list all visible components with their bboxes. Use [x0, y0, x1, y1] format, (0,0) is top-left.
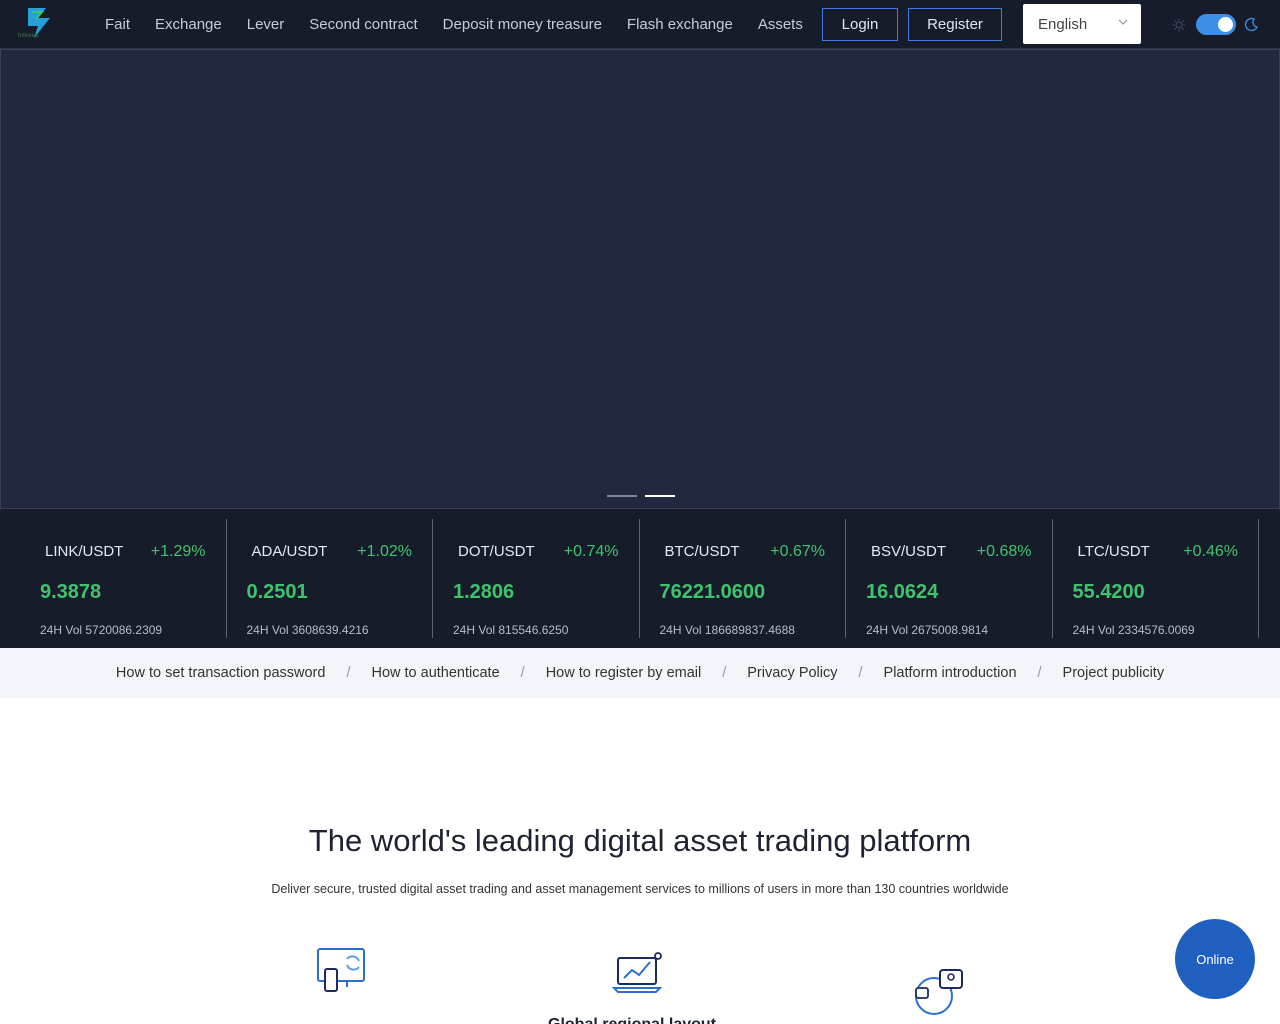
ticker-price: 16.0624: [866, 581, 939, 603]
ticker-volume: 24H Vol 2675008.9814: [866, 623, 989, 637]
logo-text: bitkeep: [18, 33, 39, 39]
link-register-by-email[interactable]: How to register by email: [546, 665, 702, 681]
link-transaction-password[interactable]: How to set transaction password: [116, 665, 326, 681]
carousel-dot-2[interactable]: [645, 495, 675, 497]
nav-item-lever[interactable]: Lever: [247, 16, 285, 33]
global-users-icon: [915, 969, 963, 1015]
ticker-volume: 24H Vol 3608639.4216: [246, 623, 369, 637]
online-chat-button[interactable]: Online: [1175, 919, 1255, 999]
ticker-pair: DOT/USDT: [458, 543, 535, 560]
ticker-pair: BTC/USDT: [664, 543, 740, 560]
feature-title: Global regional layout: [548, 1016, 716, 1024]
ticker-change: +0.46%: [1183, 543, 1238, 560]
link-separator: /: [722, 665, 727, 681]
language-select-value: English: [1038, 15, 1088, 33]
device-sync-icon: [317, 948, 365, 992]
sun-icon[interactable]: [1172, 18, 1186, 32]
moon-icon[interactable]: [1244, 17, 1259, 32]
ticker-price: 55.4200: [1072, 581, 1145, 603]
ticker-card[interactable]: ADA/USDT +1.02% 0.2501 24H Vol 3608639.4…: [227, 519, 433, 638]
link-project-publicity[interactable]: Project publicity: [1063, 665, 1165, 681]
ticker-volume: 24H Vol 815546.6250: [453, 623, 569, 637]
market-ticker: LINK/USDT +1.29% 9.3878 24H Vol 5720086.…: [0, 509, 1280, 648]
ticker-price: 9.3878: [40, 581, 102, 603]
theme-toggle-knob: [1218, 17, 1233, 32]
ticker-card[interactable]: LTC/USDT +0.46% 55.4200 24H Vol 2334576.…: [1053, 519, 1259, 638]
chart-laptop-icon: [612, 952, 663, 993]
nav-item-deposit-money-treasure[interactable]: Deposit money treasure: [443, 16, 602, 33]
ticker-pair: BSV/USDT: [871, 543, 947, 560]
ticker-price: 0.2501: [246, 581, 308, 603]
help-links-bar: How to set transaction password / How to…: [0, 648, 1280, 698]
register-button[interactable]: Register: [908, 8, 1002, 41]
ticker-card[interactable]: BTC/USDT +0.67% 76221.0600 24H Vol 18668…: [640, 519, 846, 638]
main-nav: Fait Exchange Lever Second contract Depo…: [105, 0, 828, 49]
ticker-card[interactable]: BSV/USDT +0.68% 16.0624 24H Vol 2675008.…: [846, 519, 1053, 638]
link-authenticate[interactable]: How to authenticate: [371, 665, 499, 681]
nav-item-flash-exchange[interactable]: Flash exchange: [627, 16, 733, 33]
login-button[interactable]: Login: [822, 8, 898, 41]
ticker-volume: 24H Vol 5720086.2309: [40, 623, 163, 637]
link-separator: /: [1037, 665, 1042, 681]
theme-toggle[interactable]: [1196, 14, 1236, 35]
page-headline: The world's leading digital asset tradin…: [308, 823, 972, 858]
ticker-volume: 24H Vol 2334576.0069: [1072, 623, 1195, 637]
ticker-pair: LINK/USDT: [45, 543, 124, 560]
ticker-volume: 24H Vol 186689837.4688: [659, 623, 795, 637]
nav-item-assets[interactable]: Assets: [758, 16, 803, 33]
ticker-change: +0.67%: [770, 543, 825, 560]
ticker-change: +1.29%: [150, 543, 206, 560]
page-subheadline: Deliver secure, trusted digital asset tr…: [271, 882, 1009, 896]
ticker-pair: ADA/USDT: [251, 543, 328, 560]
link-privacy-policy[interactable]: Privacy Policy: [747, 665, 837, 681]
link-separator: /: [346, 665, 351, 681]
nav-item-second-contract[interactable]: Second contract: [309, 16, 417, 33]
link-separator: /: [858, 665, 863, 681]
chevron-down-icon: [1118, 19, 1128, 25]
ticker-change: +0.68%: [976, 543, 1032, 560]
ticker-price: 1.2806: [453, 581, 515, 603]
link-separator: /: [520, 665, 525, 681]
ticker-card[interactable]: DOT/USDT +0.74% 1.2806 24H Vol 815546.62…: [433, 519, 640, 638]
nav-item-exchange[interactable]: Exchange: [155, 16, 222, 33]
language-select[interactable]: English: [1023, 4, 1141, 44]
ticker-pair: LTC/USDT: [1077, 543, 1150, 560]
ticker-price: 76221.0600: [659, 581, 766, 603]
link-platform-introduction[interactable]: Platform introduction: [884, 665, 1017, 681]
ticker-change: +1.02%: [357, 543, 412, 560]
top-navbar: bitkeep Fait Exchange Lever Second contr…: [0, 0, 1280, 49]
hero-banner[interactable]: [0, 49, 1280, 509]
nav-item-fait[interactable]: Fait: [105, 16, 130, 33]
carousel-dot-1[interactable]: [607, 495, 637, 497]
ticker-card[interactable]: LINK/USDT +1.29% 9.3878 24H Vol 5720086.…: [20, 519, 227, 638]
ticker-change: +0.74%: [563, 543, 619, 560]
